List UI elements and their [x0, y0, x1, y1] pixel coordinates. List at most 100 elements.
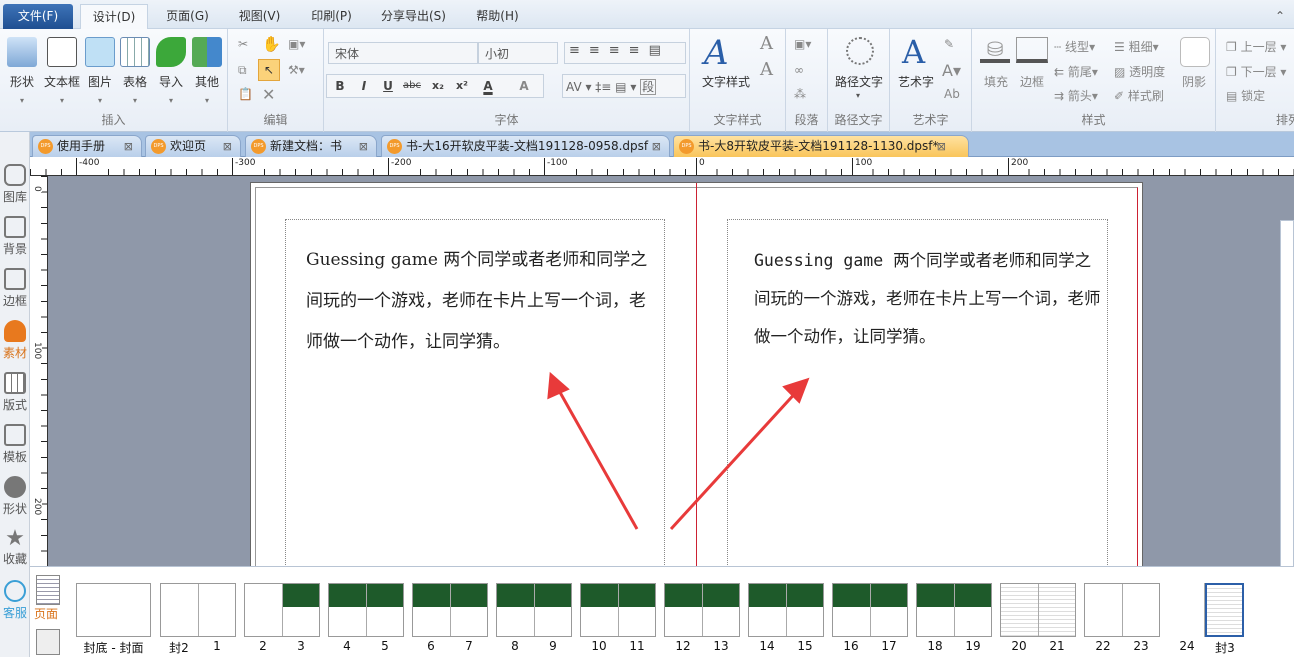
doc-tab-new[interactable]: DPS 新建文档：书 ⊠ [245, 135, 377, 157]
art-text-button[interactable]: 艺术字 [898, 73, 934, 90]
close-tab-icon[interactable]: ⊠ [359, 136, 368, 157]
import-button[interactable]: 导入 ▾ [153, 37, 189, 105]
lock-button[interactable]: ▤ 锁定 [1226, 87, 1265, 104]
page-thumbnail[interactable] [1084, 583, 1160, 637]
page-thumbnail[interactable] [328, 583, 404, 637]
page-thumbnail[interactable] [748, 583, 824, 637]
border-button[interactable]: 边框 [1020, 73, 1044, 90]
page-thumbnail[interactable] [244, 583, 320, 637]
sidebar-shape[interactable]: 形状 [0, 476, 30, 517]
page-thumbnail[interactable] [1168, 583, 1244, 637]
page-thumbnail[interactable] [664, 583, 740, 637]
art-text-fill-icon[interactable]: A▾ [942, 61, 961, 80]
sidebar-gallery[interactable]: 图库 [0, 164, 30, 205]
menu-help[interactable]: 帮助(H) [470, 4, 525, 29]
menu-view[interactable]: 视图(V) [232, 4, 287, 29]
sidebar-support[interactable]: 客服 [0, 580, 30, 621]
bold-button[interactable]: B [329, 76, 351, 96]
link-icon[interactable]: ∞ [794, 63, 804, 77]
menu-share-export[interactable]: 分享导出(S) [376, 4, 451, 29]
italic-button[interactable]: I [353, 76, 375, 96]
select-pointer-icon[interactable]: ↖ [258, 59, 280, 81]
font-size-select[interactable]: 小初 [478, 42, 558, 64]
doc-tab-8k-active[interactable]: DPS 书-大8开软皮平装-文档191128-1130.dpsf* ⊠ [673, 135, 969, 157]
text-shadow-icon[interactable]: A [760, 59, 773, 80]
other-button[interactable]: 其他 ▾ [189, 37, 225, 105]
shadow-button[interactable]: 阴影 [1182, 73, 1206, 90]
right-panel-handle[interactable] [1280, 176, 1294, 606]
close-tab-icon[interactable]: ⊠ [223, 136, 232, 157]
bring-forward-button[interactable]: ❐ 上一层 ▾ [1226, 38, 1286, 55]
image-button[interactable]: 图片 ▾ [82, 37, 118, 105]
paste-icon[interactable]: 📋 [238, 87, 253, 101]
menu-page[interactable]: 页面(G) [160, 4, 215, 29]
arrow-head-button[interactable]: ⇉ 箭头▾ [1054, 87, 1098, 104]
sidebar-background[interactable]: 背景 [0, 216, 30, 257]
left-sidebar: 图库 背景 边框 素材 版式 模板 形状 ★ 收藏 客服 [0, 132, 30, 657]
page-thumbnail[interactable] [916, 583, 992, 637]
arrow-tail-button[interactable]: ⇇ 箭尾▾ [1054, 63, 1098, 80]
sidebar-layout[interactable]: 版式 [0, 372, 30, 413]
format-brush-button[interactable]: ✐ 样式刷 [1114, 87, 1164, 104]
sidebar-border[interactable]: 边框 [0, 268, 30, 309]
subscript-button[interactable]: x₂ [427, 76, 449, 96]
sidebar-material[interactable]: 素材 [0, 320, 30, 361]
fill-button[interactable]: 填充 [984, 73, 1008, 90]
page-thumbnail[interactable] [76, 583, 151, 637]
menu-design[interactable]: 设计(D) [80, 4, 148, 29]
line-type-button[interactable]: ┄ 线型▾ [1054, 38, 1095, 55]
page-thumbnail[interactable] [832, 583, 908, 637]
page-thumbnail[interactable] [160, 583, 236, 637]
doc-tab-16k[interactable]: DPS 书-大16开软皮平装-文档191128-0958.dpsf ⊠ [381, 135, 670, 157]
text-outline-icon[interactable]: A [760, 33, 773, 54]
unlink-icon[interactable]: ⁂ [794, 87, 806, 101]
superscript-button[interactable]: x² [451, 76, 473, 96]
send-backward-button[interactable]: ❐ 下一层 ▾ [1226, 63, 1286, 80]
path-text-button[interactable]: 路径文字 [835, 73, 883, 90]
close-tab-icon[interactable]: ⊠ [652, 136, 661, 157]
cut-icon[interactable]: ✂ [238, 37, 248, 51]
font-name-select[interactable]: 宋体 [328, 42, 478, 64]
sidebar-favorites[interactable]: ★ 收藏 [0, 528, 30, 567]
thumb-page [199, 584, 236, 636]
page-thumbnail[interactable] [412, 583, 488, 637]
line-weight-button[interactable]: ☰ 粗细▾ [1114, 38, 1159, 55]
underline-button[interactable]: U [377, 76, 399, 96]
edit-art-text-icon[interactable]: ✎ [944, 37, 954, 51]
table-button[interactable]: 表格 ▾ [117, 37, 153, 105]
page-thumbnail[interactable] [1000, 583, 1076, 637]
menu-print[interactable]: 印刷(P) [304, 4, 359, 29]
hand-icon[interactable]: ✋ [262, 35, 281, 53]
shape-button[interactable]: 形状 ▾ [4, 37, 40, 105]
page-canvas[interactable]: Guessing game 两个同学或者老师和同学之间玩的一个游戏，老师在卡片上… [48, 176, 1280, 566]
outline-tab-icon[interactable] [36, 629, 60, 655]
thumb-page [77, 584, 150, 636]
delete-icon[interactable]: ✕ [262, 85, 275, 104]
collapse-ribbon-icon[interactable]: ⌃ [1272, 4, 1288, 29]
art-text-spacing-icon[interactable]: Ab [944, 87, 960, 101]
transparency-button[interactable]: ▨ 透明度 [1114, 63, 1165, 80]
background-icon [4, 216, 26, 238]
doc-tab-manual[interactable]: DPS 使用手册 ⊠ [32, 135, 142, 157]
close-tab-icon[interactable]: ⊠ [124, 136, 133, 157]
sidebar-template[interactable]: 模板 [0, 424, 30, 465]
magic-icon[interactable]: ⚒▾ [288, 63, 305, 77]
page-spread[interactable]: Guessing game 两个同学或者老师和同学之间玩的一个游戏，老师在卡片上… [250, 182, 1143, 566]
text-style-button[interactable]: 文字样式 [702, 73, 750, 90]
menu-file[interactable]: 文件(F) [3, 4, 73, 29]
textbox-button[interactable]: 文本框 ▾ [42, 37, 82, 105]
spacing-buttons[interactable]: AV ▾ ‡≡ ▤ ▾ 段 [562, 74, 686, 98]
pages-tab[interactable]: 页面 [34, 605, 58, 622]
align-buttons[interactable]: ≡≡≡≡▤ [564, 42, 686, 64]
copy-icon[interactable]: ⧉ [238, 63, 247, 78]
strikethrough-button[interactable]: abc [401, 76, 423, 96]
page-thumbnail[interactable] [580, 583, 656, 637]
doc-tab-welcome[interactable]: DPS 欢迎页 ⊠ [145, 135, 241, 157]
close-tab-icon[interactable]: ⊠ [937, 136, 946, 157]
text-wrap-icon[interactable]: ▣▾ [794, 37, 811, 51]
text-highlight-button[interactable]: A [513, 76, 535, 96]
font-color-button[interactable]: A [477, 76, 499, 96]
page-thumbnail[interactable] [496, 583, 572, 637]
format-icon[interactable]: ▣▾ [288, 37, 305, 51]
thumbnail-label: 封底 - 封面 [83, 641, 144, 655]
